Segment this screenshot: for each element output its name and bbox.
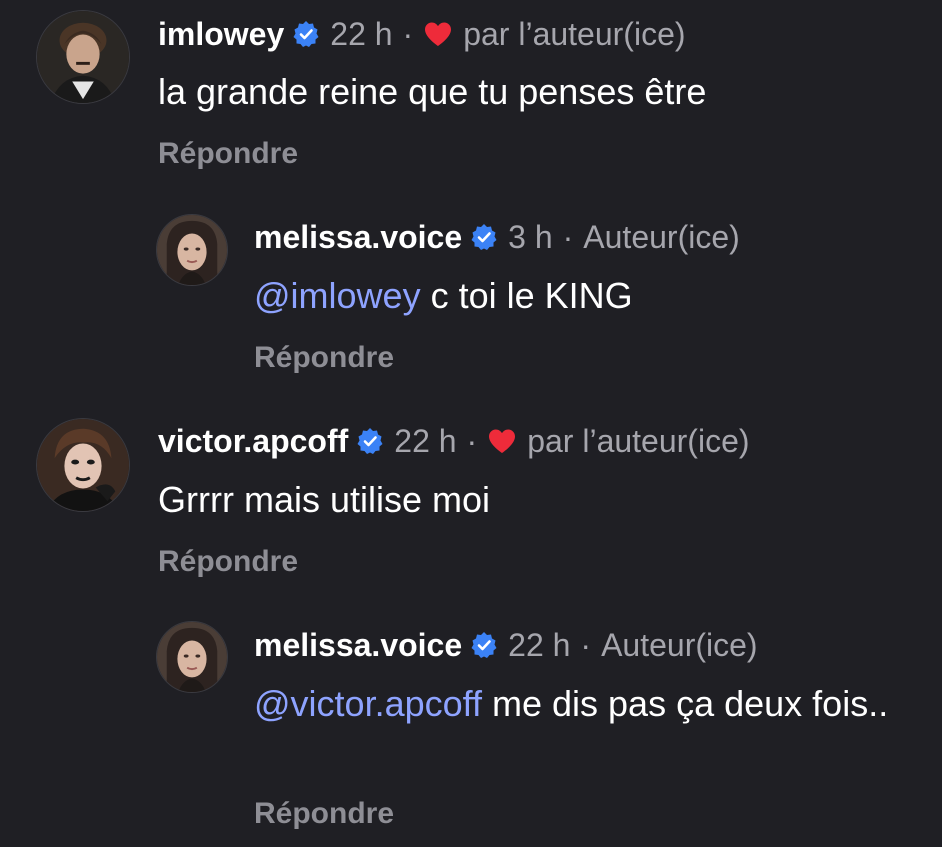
separator: ·	[580, 627, 592, 663]
comment-header: melissa.voice 3 h · Auteur(ice)	[254, 217, 740, 257]
author-badge: Auteur(ice)	[583, 219, 740, 255]
username[interactable]: victor.apcoff	[158, 421, 348, 461]
heart-icon	[487, 427, 517, 455]
separator: ·	[562, 219, 574, 255]
verified-badge-icon	[356, 427, 384, 455]
comment-text: @imlowey c toi le KING	[254, 272, 633, 320]
username[interactable]: melissa.voice	[254, 625, 462, 665]
comment-header: melissa.voice 22 h · Auteur(ice)	[254, 625, 758, 665]
reply-button[interactable]: Répondre	[254, 340, 394, 376]
verified-badge-icon	[292, 20, 320, 48]
timestamp: 22 h	[394, 423, 457, 459]
comment-text: @victor.apcoff me dis pas ça deux fois..	[254, 680, 930, 728]
username[interactable]: imlowey	[158, 14, 284, 54]
reply-button[interactable]: Répondre	[254, 796, 394, 832]
avatar[interactable]	[156, 214, 228, 286]
timestamp: 3 h	[508, 219, 553, 255]
heart-icon	[423, 20, 453, 48]
comment-text: la grande reine que tu penses être	[158, 71, 707, 112]
separator: ·	[466, 423, 478, 459]
author-badge: Auteur(ice)	[601, 627, 758, 663]
verified-badge-icon	[470, 223, 498, 251]
mention-link[interactable]: @imlowey	[254, 275, 421, 316]
separator: ·	[402, 16, 414, 52]
verified-badge-icon	[470, 631, 498, 659]
timestamp: 22 h	[508, 627, 571, 663]
liked-by-author-label: par l’auteur(ice)	[527, 423, 750, 459]
reply-button[interactable]: Répondre	[158, 136, 298, 172]
timestamp: 22 h	[330, 16, 393, 52]
username[interactable]: melissa.voice	[254, 217, 462, 257]
reply-button[interactable]: Répondre	[158, 544, 298, 580]
comment-header: victor.apcoff 22 h · par l’auteur(ice)	[158, 421, 750, 461]
comment-text-content: me dis pas ça deux fois..	[482, 683, 889, 724]
avatar[interactable]	[36, 418, 130, 512]
liked-by-author-label: par l’auteur(ice)	[463, 16, 686, 52]
comment-header: imlowey 22 h · par l’auteur(ice)	[158, 14, 686, 54]
comment-text-content: c toi le KING	[420, 275, 633, 316]
comment-text: Grrrr mais utilise moi	[158, 479, 491, 520]
avatar[interactable]	[36, 10, 130, 104]
mention-link[interactable]: @victor.apcoff	[254, 683, 482, 724]
avatar[interactable]	[156, 621, 228, 693]
